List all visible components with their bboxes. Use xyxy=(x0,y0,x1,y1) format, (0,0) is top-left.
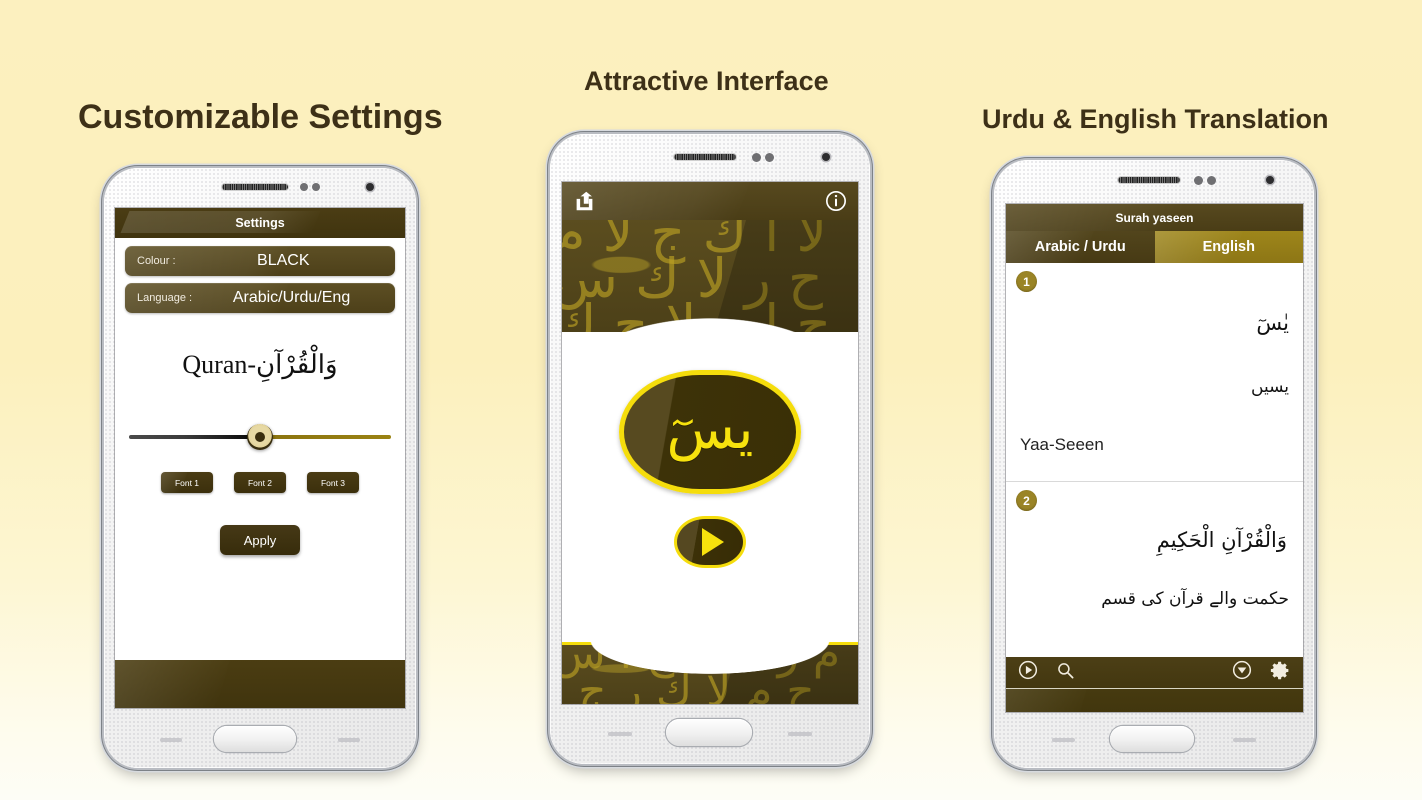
back-key[interactable] xyxy=(338,738,360,742)
verse-item[interactable]: 2 وَالْقُرْآنِ الْحَكِيمِ حکمت والے قرآن… xyxy=(1006,481,1303,657)
earpiece-speaker xyxy=(1118,177,1180,183)
heading-urdu-english-translation: Urdu & English Translation xyxy=(982,104,1329,134)
verse-list[interactable]: 1 يٰسٓ یسیں Yaa-Seeen 2 وَالْقُرْآنِ الْ… xyxy=(1006,263,1303,657)
yaseen-emblem-text: يسٓ xyxy=(666,397,754,462)
surah-title-label: Surah yaseen xyxy=(1115,210,1194,225)
home-button[interactable] xyxy=(1110,726,1194,752)
settings-footer-bar xyxy=(115,660,405,708)
phone-mockup-translation: Surah yaseen Arabic / Urdu English 1 يٰس… xyxy=(994,160,1314,768)
slider-thumb[interactable] xyxy=(247,424,273,450)
verse-english-text: Yaa-Seeen xyxy=(1020,435,1104,454)
verse-urdu-text: حکمت والے قرآن کی قسم xyxy=(1101,589,1289,609)
phone2-screen: ﻻ ﺍ ﻙ ﺝ ﻻ ﻡ ﺡ ﺭ ﻻ ﻙ ﺱ ﺝ ﺍ ﻡ ﻻ ﺡ ﻙ ﺭ ﺱ ﻻ … xyxy=(562,182,858,704)
play-button[interactable] xyxy=(674,516,746,568)
phone-mockup-splash: ﻻ ﺍ ﻙ ﺝ ﻻ ﻡ ﺡ ﺭ ﻻ ﻙ ﺱ ﺝ ﺍ ﻡ ﻻ ﺡ ﻙ ﺭ ﺱ ﻻ … xyxy=(550,134,870,764)
setting-row-colour[interactable]: Colour : BLACK xyxy=(125,246,395,276)
band-shadow-overlay xyxy=(721,645,858,704)
font-3-button[interactable]: Font 3 xyxy=(307,472,359,493)
proximity-sensor xyxy=(300,183,308,191)
chevron-down-circle-icon[interactable] xyxy=(1232,660,1252,685)
settings-body: Colour : BLACK Language : Arabic/Urdu/En… xyxy=(115,238,405,708)
recent-apps-key[interactable] xyxy=(608,732,632,736)
tab-english[interactable]: English xyxy=(1154,231,1303,263)
phone1-screen: Settings Colour : BLACK Language : Arabi… xyxy=(115,208,405,708)
slider-track-left xyxy=(129,435,254,439)
verse-arabic-text: يٰسٓ xyxy=(1256,311,1289,335)
reader-toolbar xyxy=(1006,657,1303,689)
font-1-button[interactable]: Font 1 xyxy=(161,472,213,493)
recent-apps-key[interactable] xyxy=(1052,738,1075,742)
info-icon[interactable] xyxy=(824,189,848,213)
verse-item[interactable]: 1 يٰسٓ یسیں Yaa-Seeen xyxy=(1006,263,1303,481)
light-sensor xyxy=(312,183,320,191)
front-camera-icon xyxy=(366,183,374,191)
play-circle-icon[interactable] xyxy=(1018,660,1038,685)
proximity-sensor xyxy=(752,153,761,162)
apply-button[interactable]: Apply xyxy=(220,525,300,555)
verse-urdu-text: یسیں xyxy=(1251,377,1289,397)
light-sensor xyxy=(1207,176,1216,185)
verse-number-badge: 1 xyxy=(1016,271,1037,292)
apply-row: Apply xyxy=(125,525,395,555)
footer-gloss xyxy=(115,660,230,708)
surah-titlebar: Surah yaseen xyxy=(1006,204,1303,231)
font-preview-text: Quran-وَالْقُرْآنِ xyxy=(182,350,338,379)
colour-label: Colour : xyxy=(137,255,176,267)
back-key[interactable] xyxy=(788,732,812,736)
search-icon[interactable] xyxy=(1056,661,1075,685)
slider-track-right xyxy=(266,435,391,439)
settings-title-label: Settings xyxy=(235,216,285,230)
font-size-slider[interactable] xyxy=(125,424,395,450)
font-2-label: Font 2 xyxy=(247,477,273,488)
tab-english-label: English xyxy=(1202,239,1255,255)
heading-attractive-interface: Attractive Interface xyxy=(584,66,829,96)
heading-customizable-settings: Customizable Settings xyxy=(78,98,443,136)
earpiece-speaker xyxy=(674,154,736,160)
phone3-screen: Surah yaseen Arabic / Urdu English 1 يٰس… xyxy=(1006,204,1303,712)
tab-arabic-urdu[interactable]: Arabic / Urdu xyxy=(1006,231,1155,263)
home-button[interactable] xyxy=(666,719,752,746)
share-icon[interactable] xyxy=(572,189,596,213)
settings-titlebar: Settings xyxy=(115,208,405,238)
reader-footer-bar xyxy=(1006,689,1303,712)
setting-row-language[interactable]: Language : Arabic/Urdu/Eng xyxy=(125,283,395,313)
proximity-sensor xyxy=(1194,176,1203,185)
play-icon xyxy=(702,528,724,556)
calligraphy-band-bottom: ﻡ ﺭ ﻻ ﻙ ﺝ ﺍ ﺱ ﺡ ﻡ ﻻ ﻙ ﺭ ﺝ ﺍ ﺱ ﺡ ﻻ ﻡ ﻙ xyxy=(562,642,858,704)
colour-value[interactable]: BLACK xyxy=(176,252,395,270)
tab-arabic-urdu-label: Arabic / Urdu xyxy=(1034,239,1126,255)
titlebar-gloss xyxy=(120,211,321,233)
phone-mockup-settings: Settings Colour : BLACK Language : Arabi… xyxy=(104,168,416,768)
footer-gloss xyxy=(1006,689,1087,712)
yaseen-emblem: يسٓ xyxy=(619,370,801,494)
front-camera-icon xyxy=(822,153,830,161)
recent-apps-key[interactable] xyxy=(160,738,182,742)
gear-icon[interactable] xyxy=(1270,660,1291,686)
splash-stage: ﻻ ﺍ ﻙ ﺝ ﻻ ﻡ ﺡ ﺭ ﻻ ﻙ ﺱ ﺝ ﺍ ﻡ ﻻ ﺡ ﻙ ﺭ ﺱ ﻻ … xyxy=(562,220,858,704)
light-sensor xyxy=(765,153,774,162)
home-button[interactable] xyxy=(214,726,296,752)
font-button-group: Font 1 Font 2 Font 3 xyxy=(125,472,395,493)
font-3-label: Font 3 xyxy=(320,477,346,488)
font-2-button[interactable]: Font 2 xyxy=(234,472,286,493)
front-camera-icon xyxy=(1266,176,1274,184)
translation-tabs: Arabic / Urdu English xyxy=(1006,231,1303,263)
verse-arabic-text: وَالْقُرْآنِ الْحَكِيمِ xyxy=(1156,528,1287,552)
calligraphy-band-top: ﻻ ﺍ ﻙ ﺝ ﻻ ﻡ ﺡ ﺭ ﻻ ﻙ ﺱ ﺝ ﺍ ﻡ ﻻ ﺡ ﻙ ﺭ ﺱ ﻻ … xyxy=(562,220,858,332)
splash-center-group: يسٓ xyxy=(562,370,858,568)
back-key[interactable] xyxy=(1233,738,1256,742)
earpiece-speaker xyxy=(222,184,288,190)
language-label: Language : xyxy=(137,292,193,304)
font-1-label: Font 1 xyxy=(174,477,200,488)
language-value[interactable]: Arabic/Urdu/Eng xyxy=(192,289,395,307)
verse-number-badge: 2 xyxy=(1016,490,1037,511)
splash-appbar xyxy=(562,182,858,220)
